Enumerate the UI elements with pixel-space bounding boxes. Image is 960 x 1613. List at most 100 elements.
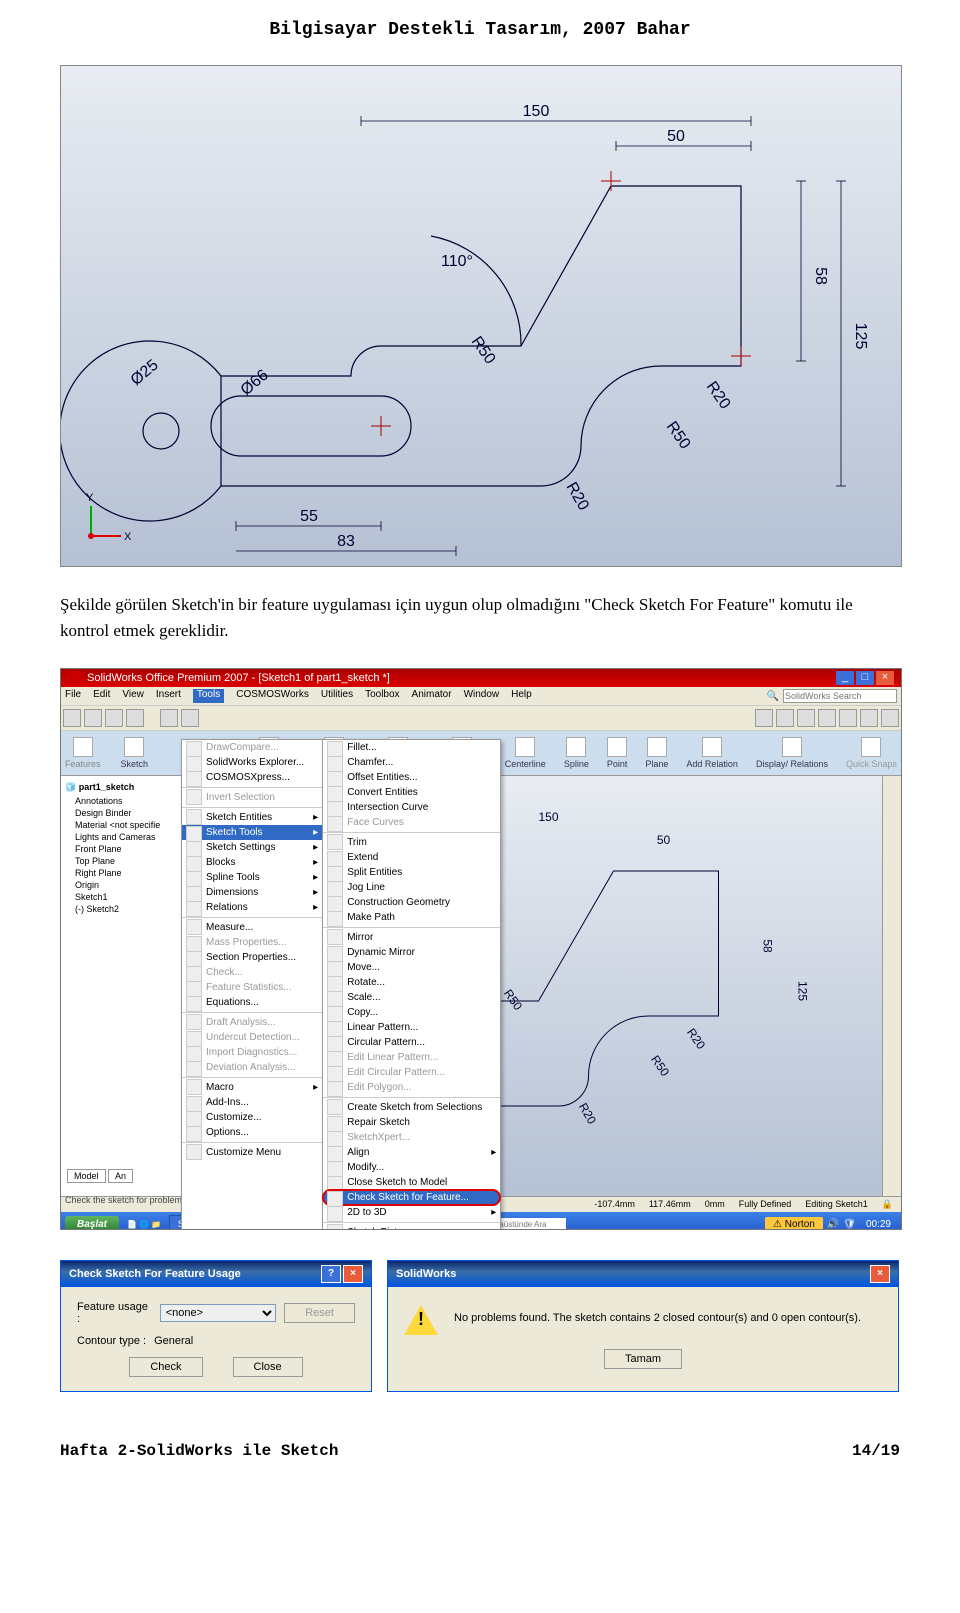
menu-item[interactable]: Make Path bbox=[323, 910, 500, 925]
menu-item[interactable]: Blocks▸ bbox=[182, 855, 322, 870]
menu-item[interactable]: Convert Entities bbox=[323, 785, 500, 800]
menu-item[interactable]: Undercut Detection... bbox=[182, 1030, 322, 1045]
menu-item[interactable]: Dynamic Mirror bbox=[323, 945, 500, 960]
menu-toolbox[interactable]: Toolbox bbox=[365, 689, 399, 703]
menu-item[interactable]: Relations▸ bbox=[182, 900, 322, 915]
tb-rebuild-icon[interactable] bbox=[160, 709, 178, 727]
tray-icon[interactable]: 🔊 bbox=[827, 1219, 839, 1230]
menu-item[interactable]: Fillet... bbox=[323, 740, 500, 755]
tb-print-icon[interactable] bbox=[126, 709, 144, 727]
menu-item[interactable]: Create Sketch from Selections bbox=[323, 1097, 500, 1115]
feature-tree[interactable]: 🧊 part1_sketch Annotations Design Binder… bbox=[61, 776, 185, 1196]
menu-utilities[interactable]: Utilities bbox=[321, 689, 353, 703]
menu-item[interactable]: Offset Entities... bbox=[323, 770, 500, 785]
menu-item[interactable]: 2D to 3D▸ bbox=[323, 1205, 500, 1220]
close-button[interactable]: × bbox=[870, 1265, 890, 1283]
menu-item[interactable]: Intersection Curve bbox=[323, 800, 500, 815]
menu-item[interactable]: Check Sketch for Feature... bbox=[323, 1190, 500, 1205]
search-input[interactable] bbox=[783, 689, 897, 703]
menu-item[interactable]: Trim bbox=[323, 832, 500, 850]
tab-model[interactable]: Model bbox=[67, 1169, 106, 1183]
menu-item[interactable]: Deviation Analysis... bbox=[182, 1060, 322, 1075]
menu-item[interactable]: Edit Linear Pattern... bbox=[323, 1050, 500, 1065]
tb-open-icon[interactable] bbox=[84, 709, 102, 727]
menu-item[interactable]: Edit Polygon... bbox=[323, 1080, 500, 1095]
menu-tools[interactable]: Tools bbox=[193, 689, 224, 703]
rb-point[interactable]: Point bbox=[607, 737, 628, 769]
menu-item[interactable]: Move... bbox=[323, 960, 500, 975]
menu-item[interactable]: Spline Tools▸ bbox=[182, 870, 322, 885]
menu-item[interactable]: Customize... bbox=[182, 1110, 322, 1125]
menu-insert[interactable]: Insert bbox=[156, 689, 181, 703]
rb-spline[interactable]: Spline bbox=[564, 737, 589, 769]
menu-item[interactable]: Copy... bbox=[323, 1005, 500, 1020]
reset-button[interactable]: Reset bbox=[284, 1303, 355, 1323]
menu-item[interactable]: Jog Line bbox=[323, 880, 500, 895]
menu-item[interactable]: Align▸ bbox=[323, 1145, 500, 1160]
menu-item[interactable]: Dimensions▸ bbox=[182, 885, 322, 900]
min-button[interactable]: _ bbox=[836, 671, 854, 685]
tree-item[interactable]: Origin bbox=[65, 879, 180, 891]
menu-item[interactable]: Feature Statistics... bbox=[182, 980, 322, 995]
menu-item[interactable]: Add-Ins... bbox=[182, 1095, 322, 1110]
help-button[interactable]: ? bbox=[321, 1265, 341, 1283]
menu-item[interactable]: Invert Selection bbox=[182, 787, 322, 805]
tb-new-icon[interactable] bbox=[63, 709, 81, 727]
tb-zoom-icon[interactable] bbox=[755, 709, 773, 727]
menu-item[interactable]: Section Properties... bbox=[182, 950, 322, 965]
menu-item[interactable]: Sketch Picture... bbox=[323, 1222, 500, 1230]
ok-button[interactable]: Tamam bbox=[604, 1349, 682, 1369]
tb-rotate-icon[interactable] bbox=[797, 709, 815, 727]
menu-item[interactable]: DrawCompare... bbox=[182, 740, 322, 755]
menu-item[interactable]: Circular Pattern... bbox=[323, 1035, 500, 1050]
menu-item[interactable]: Measure... bbox=[182, 917, 322, 935]
rb-sketch[interactable]: Sketch bbox=[121, 737, 149, 769]
menu-item[interactable]: Face Curves bbox=[323, 815, 500, 830]
norton-button[interactable]: ⚠ Norton bbox=[765, 1217, 823, 1231]
tree-item[interactable]: Design Binder bbox=[65, 807, 180, 819]
menu-window[interactable]: Window bbox=[464, 689, 500, 703]
tree-item[interactable]: Lights and Cameras bbox=[65, 831, 180, 843]
menu-item[interactable]: Mass Properties... bbox=[182, 935, 322, 950]
menu-item[interactable]: Draft Analysis... bbox=[182, 1012, 322, 1030]
tree-item[interactable]: Top Plane bbox=[65, 855, 180, 867]
menu-item[interactable]: Close Sketch to Model bbox=[323, 1175, 500, 1190]
check-button[interactable]: Check bbox=[129, 1357, 202, 1377]
menu-file[interactable]: File bbox=[65, 689, 81, 703]
tb-save-icon[interactable] bbox=[105, 709, 123, 727]
rb-features[interactable]: Features bbox=[65, 737, 101, 769]
menu-item[interactable]: Options... bbox=[182, 1125, 322, 1140]
tb-wireframe-icon[interactable] bbox=[860, 709, 878, 727]
close-button[interactable]: × bbox=[876, 671, 894, 685]
tb-zoom-fit-icon[interactable] bbox=[776, 709, 794, 727]
menu-cosmos[interactable]: COSMOSWorks bbox=[236, 689, 309, 703]
menu-item[interactable]: Mirror bbox=[323, 927, 500, 945]
menu-item[interactable]: Import Diagnostics... bbox=[182, 1045, 322, 1060]
rb-plane[interactable]: Plane bbox=[645, 737, 668, 769]
menu-item[interactable]: Sketch Entities▸ bbox=[182, 807, 322, 825]
tree-item[interactable]: Front Plane bbox=[65, 843, 180, 855]
rb-centerline[interactable]: Centerline bbox=[505, 737, 546, 769]
close-button[interactable]: Close bbox=[233, 1357, 303, 1377]
ql-icon[interactable]: 🌐 bbox=[139, 1220, 149, 1229]
rb-add-relation[interactable]: Add Relation bbox=[686, 737, 738, 769]
tree-item[interactable]: Annotations bbox=[65, 795, 180, 807]
menu-item[interactable]: Sketch Tools▸ bbox=[182, 825, 322, 840]
tray-icon[interactable]: 🛡 bbox=[843, 1219, 856, 1230]
menu-item[interactable]: SketchXpert... bbox=[323, 1130, 500, 1145]
menu-item[interactable]: Edit Circular Pattern... bbox=[323, 1065, 500, 1080]
menu-item[interactable]: Customize Menu bbox=[182, 1142, 322, 1160]
tb-pan-icon[interactable] bbox=[818, 709, 836, 727]
menu-item[interactable]: Rotate... bbox=[323, 975, 500, 990]
feature-usage-select[interactable]: <none> bbox=[160, 1304, 277, 1322]
menu-item[interactable]: Construction Geometry bbox=[323, 895, 500, 910]
menu-item[interactable]: Check... bbox=[182, 965, 322, 980]
menu-animator[interactable]: Animator bbox=[412, 689, 452, 703]
menu-item[interactable]: Scale... bbox=[323, 990, 500, 1005]
menu-item[interactable]: COSMOSXpress... bbox=[182, 770, 322, 785]
tb-section-icon[interactable] bbox=[881, 709, 899, 727]
menu-item[interactable]: SolidWorks Explorer... bbox=[182, 755, 322, 770]
menu-item[interactable]: Extend bbox=[323, 850, 500, 865]
menu-item[interactable]: Chamfer... bbox=[323, 755, 500, 770]
start-button[interactable]: Başlat bbox=[65, 1216, 119, 1231]
